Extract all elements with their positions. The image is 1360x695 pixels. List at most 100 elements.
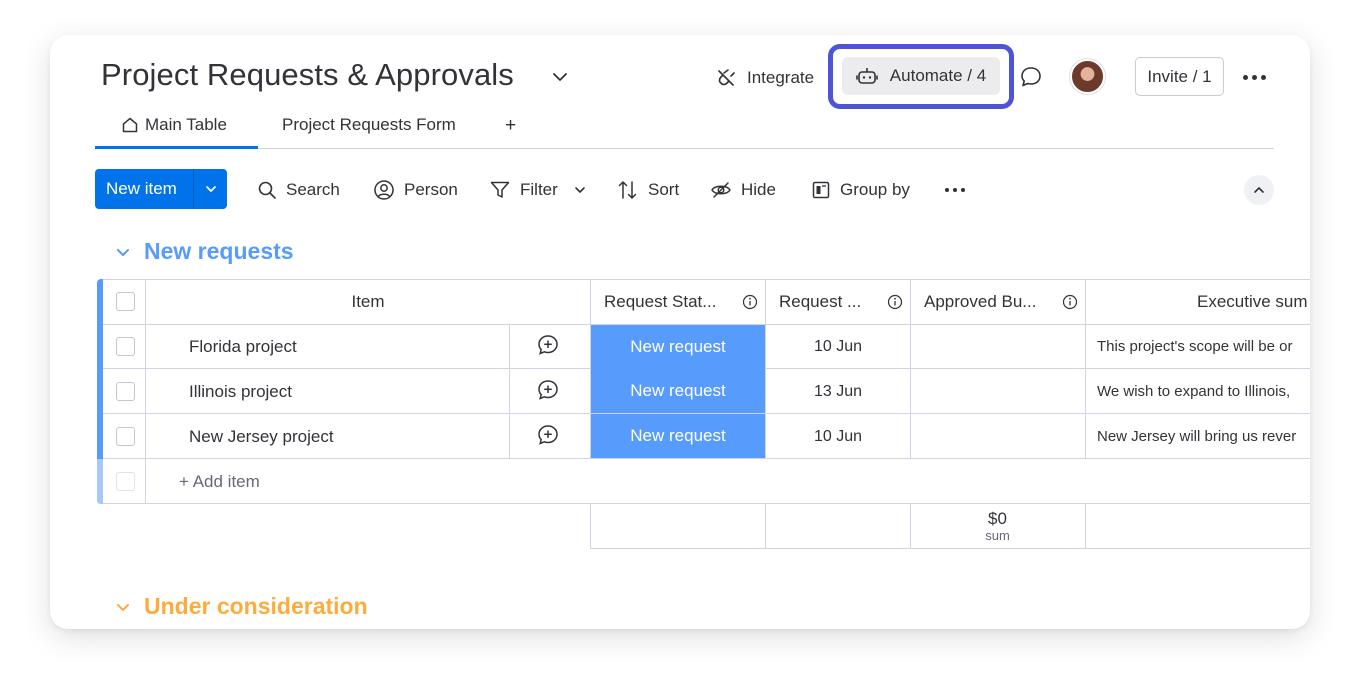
budget-sum[interactable]: $0 sum [910, 504, 1085, 548]
item-name[interactable]: Illinois project [189, 369, 292, 414]
add-update-icon[interactable] [536, 423, 560, 447]
status-badge[interactable]: New request [591, 414, 765, 458]
group-by-icon [812, 181, 830, 199]
chevron-down-icon[interactable] [551, 68, 569, 86]
hide-label: Hide [741, 180, 776, 199]
add-update-icon[interactable] [536, 333, 560, 357]
tab-main-table[interactable]: Main Table [121, 115, 227, 135]
column-header-label: Request Stat... [604, 291, 717, 311]
group-color-bar-add-row [97, 459, 103, 504]
column-header-approved-budget[interactable]: Approved Bu... [924, 279, 1078, 324]
sort-button[interactable]: Sort [617, 175, 679, 205]
home-icon [122, 117, 138, 133]
new-item-dropdown[interactable] [194, 169, 227, 209]
tab-form-label: Project Requests Form [282, 115, 456, 134]
column-header-executive-summary[interactable]: Executive sum [1197, 279, 1310, 324]
add-view-label: + [505, 115, 517, 136]
approved-budget[interactable] [911, 369, 1085, 414]
board-window: Project Requests & Approvals Integrate A… [50, 35, 1310, 629]
status-badge[interactable]: New request [591, 325, 765, 369]
approved-budget[interactable] [911, 414, 1085, 459]
chat-bubble-icon[interactable] [1019, 65, 1043, 89]
chevron-up-icon [1254, 187, 1264, 193]
automate-label: Automate / 4 [889, 66, 987, 85]
add-view-button[interactable]: + [505, 115, 516, 137]
integrate-label: Integrate [747, 68, 815, 87]
request-date[interactable]: 10 Jun [766, 414, 910, 459]
executive-summary[interactable]: This project's scope will be or [1097, 324, 1310, 369]
executive-summary[interactable]: New Jersey will bring us rever [1097, 414, 1310, 459]
automate-highlight: Automate / 4 [828, 44, 1014, 109]
column-header-request-status[interactable]: Request Stat... [604, 279, 758, 324]
sort-label: Sort [648, 180, 680, 199]
more-options-icon[interactable] [1240, 65, 1268, 89]
board-title[interactable]: Project Requests & Approvals [101, 57, 514, 93]
sort-icon [618, 181, 637, 199]
integrate-button[interactable]: Integrate [715, 63, 814, 93]
search-button[interactable]: Search [257, 175, 340, 205]
approved-budget[interactable] [911, 324, 1085, 369]
hide-button[interactable]: Hide [710, 175, 776, 205]
info-icon[interactable] [742, 294, 758, 310]
person-filter-button[interactable]: Person [373, 175, 458, 205]
automate-button[interactable]: Automate / 4 [842, 57, 1000, 95]
search-label: Search [286, 180, 340, 199]
item-name[interactable]: Florida project [189, 324, 297, 369]
budget-sum-value: $0 [988, 509, 1007, 528]
tab-active-indicator [95, 146, 258, 149]
column-divider [1085, 504, 1086, 549]
person-icon [374, 180, 394, 200]
chevron-down-icon[interactable] [573, 183, 587, 197]
tabs-divider [95, 148, 1274, 149]
column-divider [1085, 279, 1086, 459]
filter-label: Filter [520, 180, 558, 199]
executive-summary[interactable]: We wish to expand to Illinois, [1097, 369, 1310, 414]
info-icon[interactable] [887, 294, 903, 310]
group-title-new-requests[interactable]: New requests [114, 238, 294, 265]
toolbar-more-icon[interactable] [945, 175, 965, 205]
invite-button[interactable]: Invite / 1 [1135, 57, 1224, 96]
group-title-under-consideration[interactable]: Under consideration [114, 593, 368, 620]
avatar[interactable] [1070, 59, 1105, 94]
person-label: Person [404, 180, 458, 199]
new-item-label: New item [106, 179, 177, 198]
group-title-label: Under consideration [144, 593, 368, 619]
eye-off-icon [711, 182, 731, 198]
robot-icon [855, 68, 878, 84]
column-header-label: Approved Bu... [924, 291, 1037, 311]
add-update-icon[interactable] [536, 378, 560, 402]
column-header-label: Request ... [779, 291, 862, 311]
collapse-header-button[interactable] [1244, 175, 1274, 205]
footer-bottom-border [590, 548, 1310, 549]
new-item-button[interactable]: New item [95, 169, 227, 209]
row-checkbox[interactable] [116, 427, 135, 446]
group-by-button[interactable]: Group by [811, 175, 910, 205]
filter-button[interactable]: Filter [489, 175, 587, 205]
chevron-down-icon[interactable] [114, 598, 132, 616]
row-checkbox[interactable] [116, 382, 135, 401]
group-by-label: Group by [840, 180, 910, 199]
column-divider [765, 504, 766, 549]
search-icon [258, 181, 276, 199]
row-checkbox[interactable] [116, 337, 135, 356]
select-all-checkbox[interactable] [116, 292, 135, 311]
info-icon[interactable] [1062, 294, 1078, 310]
items-table: Item Request Stat... Request ... Approve… [97, 279, 1310, 504]
summary-footer: $0 sum [590, 504, 1310, 549]
filter-icon [490, 181, 510, 198]
budget-sum-label: sum [985, 528, 1010, 543]
group-title-label: New requests [144, 238, 294, 264]
request-date[interactable]: 10 Jun [766, 324, 910, 369]
tab-project-requests-form[interactable]: Project Requests Form [282, 115, 456, 135]
chevron-down-icon[interactable] [114, 243, 132, 261]
column-divider [509, 324, 510, 459]
add-item-checkbox [116, 472, 135, 491]
add-item-input[interactable]: + Add item [179, 459, 260, 504]
column-header-item[interactable]: Item [146, 279, 590, 324]
item-name[interactable]: New Jersey project [189, 414, 334, 459]
status-badge[interactable]: New request [591, 369, 765, 413]
tab-main-table-label: Main Table [145, 115, 227, 134]
request-date[interactable]: 13 Jun [766, 369, 910, 414]
footer-border [590, 504, 591, 549]
column-header-request-date[interactable]: Request ... [779, 279, 903, 324]
